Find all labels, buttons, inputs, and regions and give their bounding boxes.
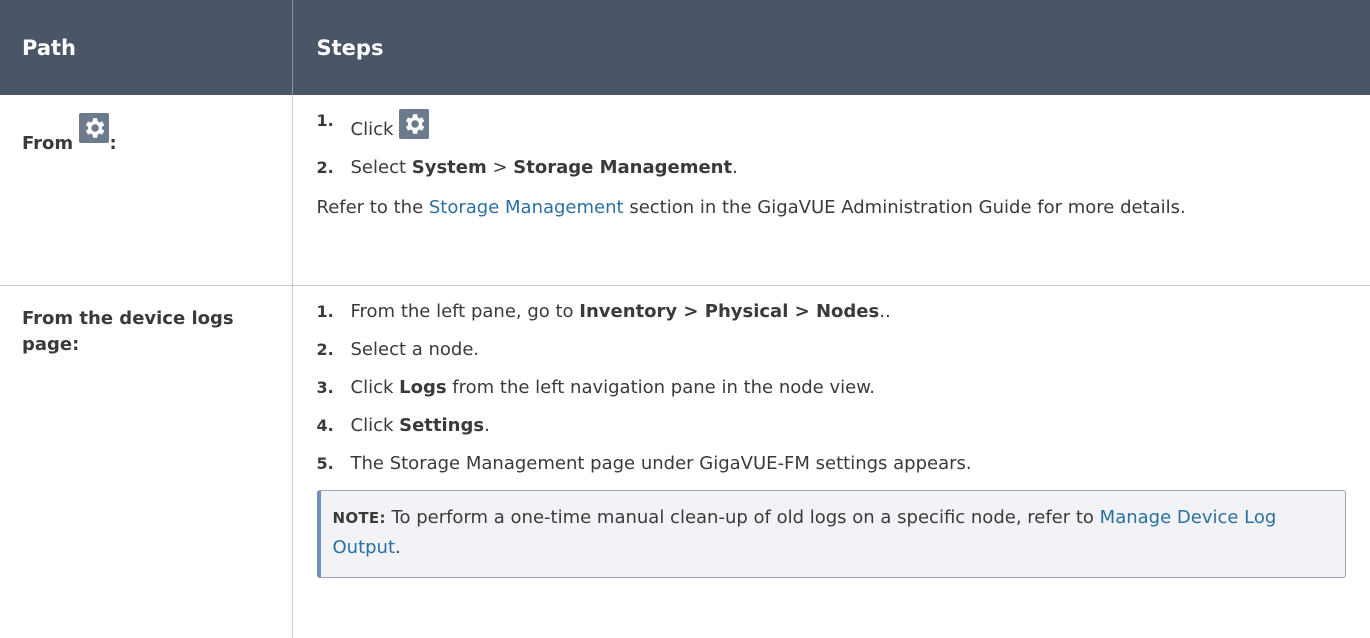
step-number: 3.	[317, 376, 334, 400]
note-text: To perform a one-time manual clean-up of…	[386, 507, 1100, 528]
step-item: 3. Click Logs from the left navigation p…	[317, 376, 1347, 400]
step-item: 2. Select a node.	[317, 338, 1347, 362]
step-number: 2.	[317, 338, 334, 362]
steps-cell: 1. From the left pane, go to Inventory >…	[292, 286, 1370, 638]
step-text: The Storage Management page under GigaVU…	[351, 453, 972, 474]
step-number: 1.	[317, 109, 334, 133]
procedure-table: Path Steps From : 1. Click	[0, 0, 1370, 638]
table-row: From : 1. Click 2. Select S	[0, 95, 1370, 286]
menu-storage-management: Storage Management	[513, 157, 732, 178]
storage-management-link[interactable]: Storage Management	[429, 197, 624, 218]
reference-suffix: section in the GigaVUE Administration Gu…	[624, 197, 1186, 218]
step-punct: ..	[879, 301, 890, 322]
step-text: From the left pane, go to	[351, 301, 580, 322]
step-item: 5. The Storage Management page under Gig…	[317, 452, 1347, 476]
header-steps: Steps	[292, 0, 1370, 95]
menu-system: System	[412, 157, 487, 178]
steps-cell: 1. Click 2. Select System > Storage Mana…	[292, 95, 1370, 286]
gear-icon[interactable]	[399, 109, 429, 139]
step-item: 1. From the left pane, go to Inventory >…	[317, 300, 1347, 324]
path-colon: :	[109, 133, 116, 154]
step-number: 1.	[317, 300, 334, 324]
step-item: 2. Select System > Storage Management.	[317, 156, 1347, 180]
step-bold: Logs	[399, 377, 446, 398]
path-label: From	[22, 133, 73, 154]
header-row: Path Steps	[0, 0, 1370, 95]
note-box: NOTE: To perform a one-time manual clean…	[317, 490, 1347, 578]
step-item: 1. Click	[317, 109, 1347, 142]
path-cell: From the device logs page:	[0, 286, 292, 638]
step-number: 5.	[317, 452, 334, 476]
step-punct: .	[732, 157, 738, 178]
step-bold: Settings	[399, 415, 484, 436]
step-separator: >	[487, 157, 514, 178]
step-number: 4.	[317, 414, 334, 438]
table-row: From the device logs page: 1. From the l…	[0, 286, 1370, 638]
step-item: 4. Click Settings.	[317, 414, 1347, 438]
step-text: Click	[351, 377, 400, 398]
gear-icon	[79, 113, 109, 143]
note-end: .	[395, 537, 401, 558]
step-number: 2.	[317, 156, 334, 180]
step-text: from the left navigation pane in the nod…	[447, 377, 875, 398]
step-list: 1. From the left pane, go to Inventory >…	[317, 300, 1347, 476]
step-text: Click	[351, 119, 394, 140]
step-punct: .	[484, 415, 490, 436]
note-label: NOTE:	[333, 509, 386, 527]
path-cell: From :	[0, 95, 292, 286]
header-path: Path	[0, 0, 292, 95]
reference-prefix: Refer to the	[317, 197, 429, 218]
step-list: 1. Click 2. Select System > Storage Mana…	[317, 109, 1347, 180]
step-bold: Inventory > Physical > Nodes	[579, 301, 879, 322]
step-text: Click	[351, 415, 400, 436]
step-text: Select	[351, 157, 412, 178]
step-text: Select a node.	[351, 339, 480, 360]
reference-text: Refer to the Storage Management section …	[317, 194, 1347, 222]
